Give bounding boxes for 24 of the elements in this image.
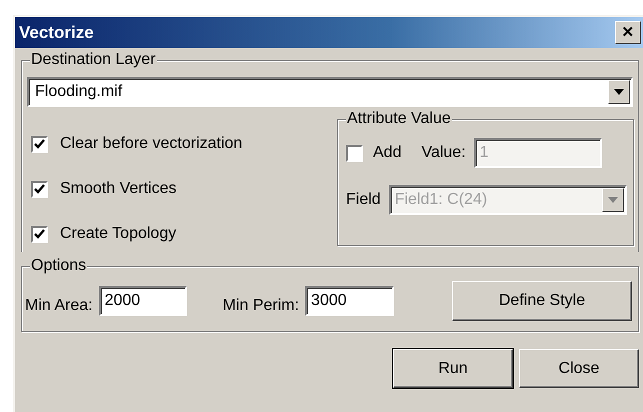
define-style-button[interactable]: Define Style [452, 281, 632, 321]
dialog-button[interactable]: Run [393, 349, 513, 388]
checkbox[interactable] [31, 136, 48, 152]
checkbox[interactable] [31, 180, 48, 198]
checkbox-label[interactable]: Smooth Vertices [60, 177, 176, 201]
field-label: Field [346, 190, 381, 210]
group-label: Destination Layer [30, 50, 157, 70]
close-button[interactable]: ✕ [615, 21, 641, 44]
checkbox-label[interactable]: Create Topology [60, 222, 176, 246]
window-title: Vectorize [19, 22, 94, 44]
min-perim-field[interactable]: 3000 [305, 286, 394, 316]
field-label: Min Perim: [222, 296, 300, 316]
dropdown-arrow-icon [614, 89, 624, 95]
min-area-field[interactable]: 2000 [98, 286, 187, 316]
field-label: Value: [421, 143, 466, 163]
dialog-button[interactable]: Close [519, 349, 639, 388]
checkbox[interactable] [346, 144, 363, 162]
layer-dropdown[interactable]: Flooding.mif [27, 77, 633, 107]
dropdown-arrow-icon [608, 197, 618, 203]
field-label: Min Area: [25, 296, 93, 316]
checkbox-label[interactable]: Add [373, 141, 402, 165]
group-label: Options [30, 256, 88, 276]
checkbox-label[interactable]: Clear before vectorization [60, 132, 242, 156]
checkbox[interactable] [31, 226, 48, 242]
